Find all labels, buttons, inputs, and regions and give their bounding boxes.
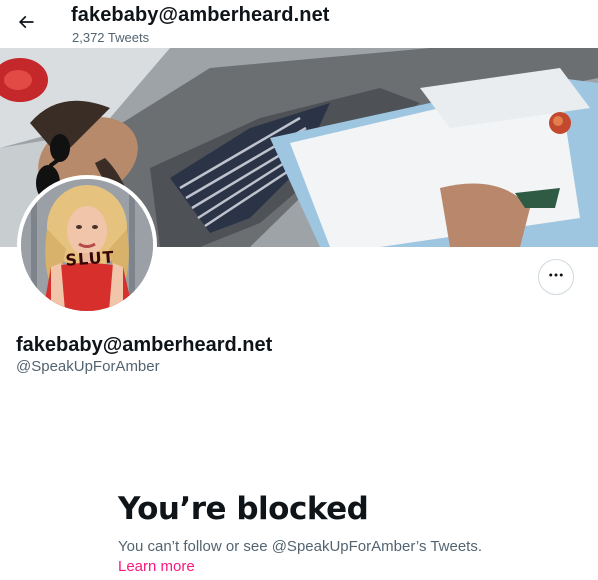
header-title: fakebaby@amberheard.net xyxy=(71,4,330,26)
profile-display-name: fakebaby@amberheard.net xyxy=(16,334,273,356)
tweet-count: 2,372 Tweets xyxy=(72,30,150,45)
back-button[interactable] xyxy=(8,6,44,42)
blocked-title: You’re blocked xyxy=(118,491,369,527)
profile-page: fakebaby@amberheard.net 2,372 Tweets SLU… xyxy=(0,0,598,580)
profile-handle: @SpeakUpForAmber xyxy=(16,358,160,375)
more-options-button[interactable] xyxy=(538,259,574,295)
profile-header: fakebaby@amberheard.net 2,372 Tweets xyxy=(0,0,598,48)
profile-avatar[interactable]: SLUT xyxy=(17,175,157,315)
ellipsis-icon xyxy=(547,266,565,289)
arrow-left-icon xyxy=(16,12,36,37)
learn-more-link[interactable]: Learn more xyxy=(118,558,195,575)
blocked-message: You can’t follow or see @SpeakUpForAmber… xyxy=(118,538,483,555)
